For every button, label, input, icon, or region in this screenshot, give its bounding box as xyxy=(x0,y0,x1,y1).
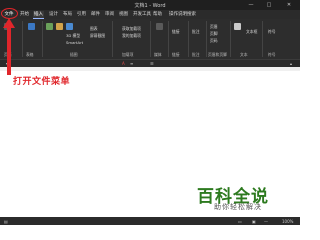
annotation-text: 打开文件菜单 xyxy=(13,77,71,87)
ribbon-tabs: 文件 开始 插入 设计 布局 引用 邮件 审阅 视图 开发工具 帮助 操作说明搜… xyxy=(0,10,300,19)
group-label-comments: 批注 xyxy=(192,52,200,57)
ribbon-panel: 3D 模型 SmartArt 图表 屏幕截图 获取加载项 我的加载项 链接 批注… xyxy=(0,19,300,59)
maximize-icon[interactable]: □ xyxy=(262,1,276,9)
minimize-icon[interactable]: — xyxy=(244,1,258,9)
pictures-icon[interactable] xyxy=(46,23,53,30)
group-label-addins: 加载项 xyxy=(122,52,134,57)
page-number-button[interactable]: 页码 xyxy=(210,38,218,44)
my-addins-button[interactable]: 我的加载项 xyxy=(122,33,141,39)
screenshot-button[interactable]: 屏幕截图 xyxy=(90,33,105,39)
status-bar: ▤ ▭ ▣ — 100% xyxy=(0,217,300,225)
textbox-button[interactable]: 文本框 xyxy=(246,29,257,35)
group-label-symbols: 符号 xyxy=(268,52,276,57)
tab-search[interactable]: 操作说明搜索 xyxy=(168,11,197,18)
align-icon[interactable]: ≡ xyxy=(130,61,133,66)
tab-design[interactable]: 设计 xyxy=(48,11,59,18)
tab-help[interactable]: 帮助 xyxy=(152,11,163,18)
group-label-media: 媒体 xyxy=(154,52,162,57)
close-icon[interactable]: ✕ xyxy=(282,1,296,9)
tab-references[interactable]: 引用 xyxy=(76,11,87,18)
page-status-icon[interactable]: ▤ xyxy=(4,219,8,224)
group-label-links: 链接 xyxy=(172,52,180,57)
3d-model-button[interactable]: 3D 模型 xyxy=(66,33,80,39)
group-label-header-footer: 页眉和页脚 xyxy=(208,52,227,57)
group-label-text: 文本 xyxy=(240,52,248,57)
chart-button[interactable]: 图表 xyxy=(90,26,98,32)
expand-icon[interactable]: ▴ xyxy=(290,61,292,66)
group-label-tables: 表格 xyxy=(26,52,34,57)
read-mode-icon[interactable]: ▭ xyxy=(238,219,242,224)
font-color-icon[interactable]: A xyxy=(122,61,125,66)
tab-home[interactable]: 开始 xyxy=(19,11,30,18)
table-icon[interactable] xyxy=(28,23,35,30)
zoom-slider[interactable]: — xyxy=(264,219,268,224)
icons-icon[interactable] xyxy=(66,23,73,30)
tab-developer[interactable]: 开发工具 xyxy=(132,11,152,18)
tab-view[interactable]: 视图 xyxy=(118,11,129,18)
print-layout-icon[interactable]: ▣ xyxy=(252,219,256,224)
annotation-arrow-shaft xyxy=(7,27,11,75)
footer-button[interactable]: 页脚 xyxy=(210,31,218,37)
link-button[interactable]: 链接 xyxy=(172,29,180,35)
shapes-icon[interactable] xyxy=(56,23,63,30)
get-addins-button[interactable]: 获取加载项 xyxy=(122,26,141,32)
textbox-icon[interactable] xyxy=(234,23,241,30)
smartart-button[interactable]: SmartArt xyxy=(66,40,83,45)
tab-mailings[interactable]: 邮件 xyxy=(90,11,101,18)
ruler xyxy=(0,67,300,71)
online-video-icon[interactable] xyxy=(156,23,163,30)
title-bar: 文档1 - Word — □ ✕ xyxy=(0,0,300,10)
tab-review[interactable]: 审阅 xyxy=(104,11,115,18)
symbol-button[interactable]: 符号 xyxy=(268,29,276,35)
watermark-subtitle: 助你轻松解决 xyxy=(214,203,262,211)
comment-button[interactable]: 批注 xyxy=(192,29,200,35)
list-icon[interactable]: ☰ xyxy=(150,61,154,66)
tab-layout[interactable]: 布局 xyxy=(62,11,73,18)
header-button[interactable]: 页眉 xyxy=(210,24,218,30)
zoom-level[interactable]: 100% xyxy=(282,219,293,224)
group-label-illustrations: 插图 xyxy=(70,52,78,57)
tab-insert[interactable]: 插入 xyxy=(33,11,44,19)
